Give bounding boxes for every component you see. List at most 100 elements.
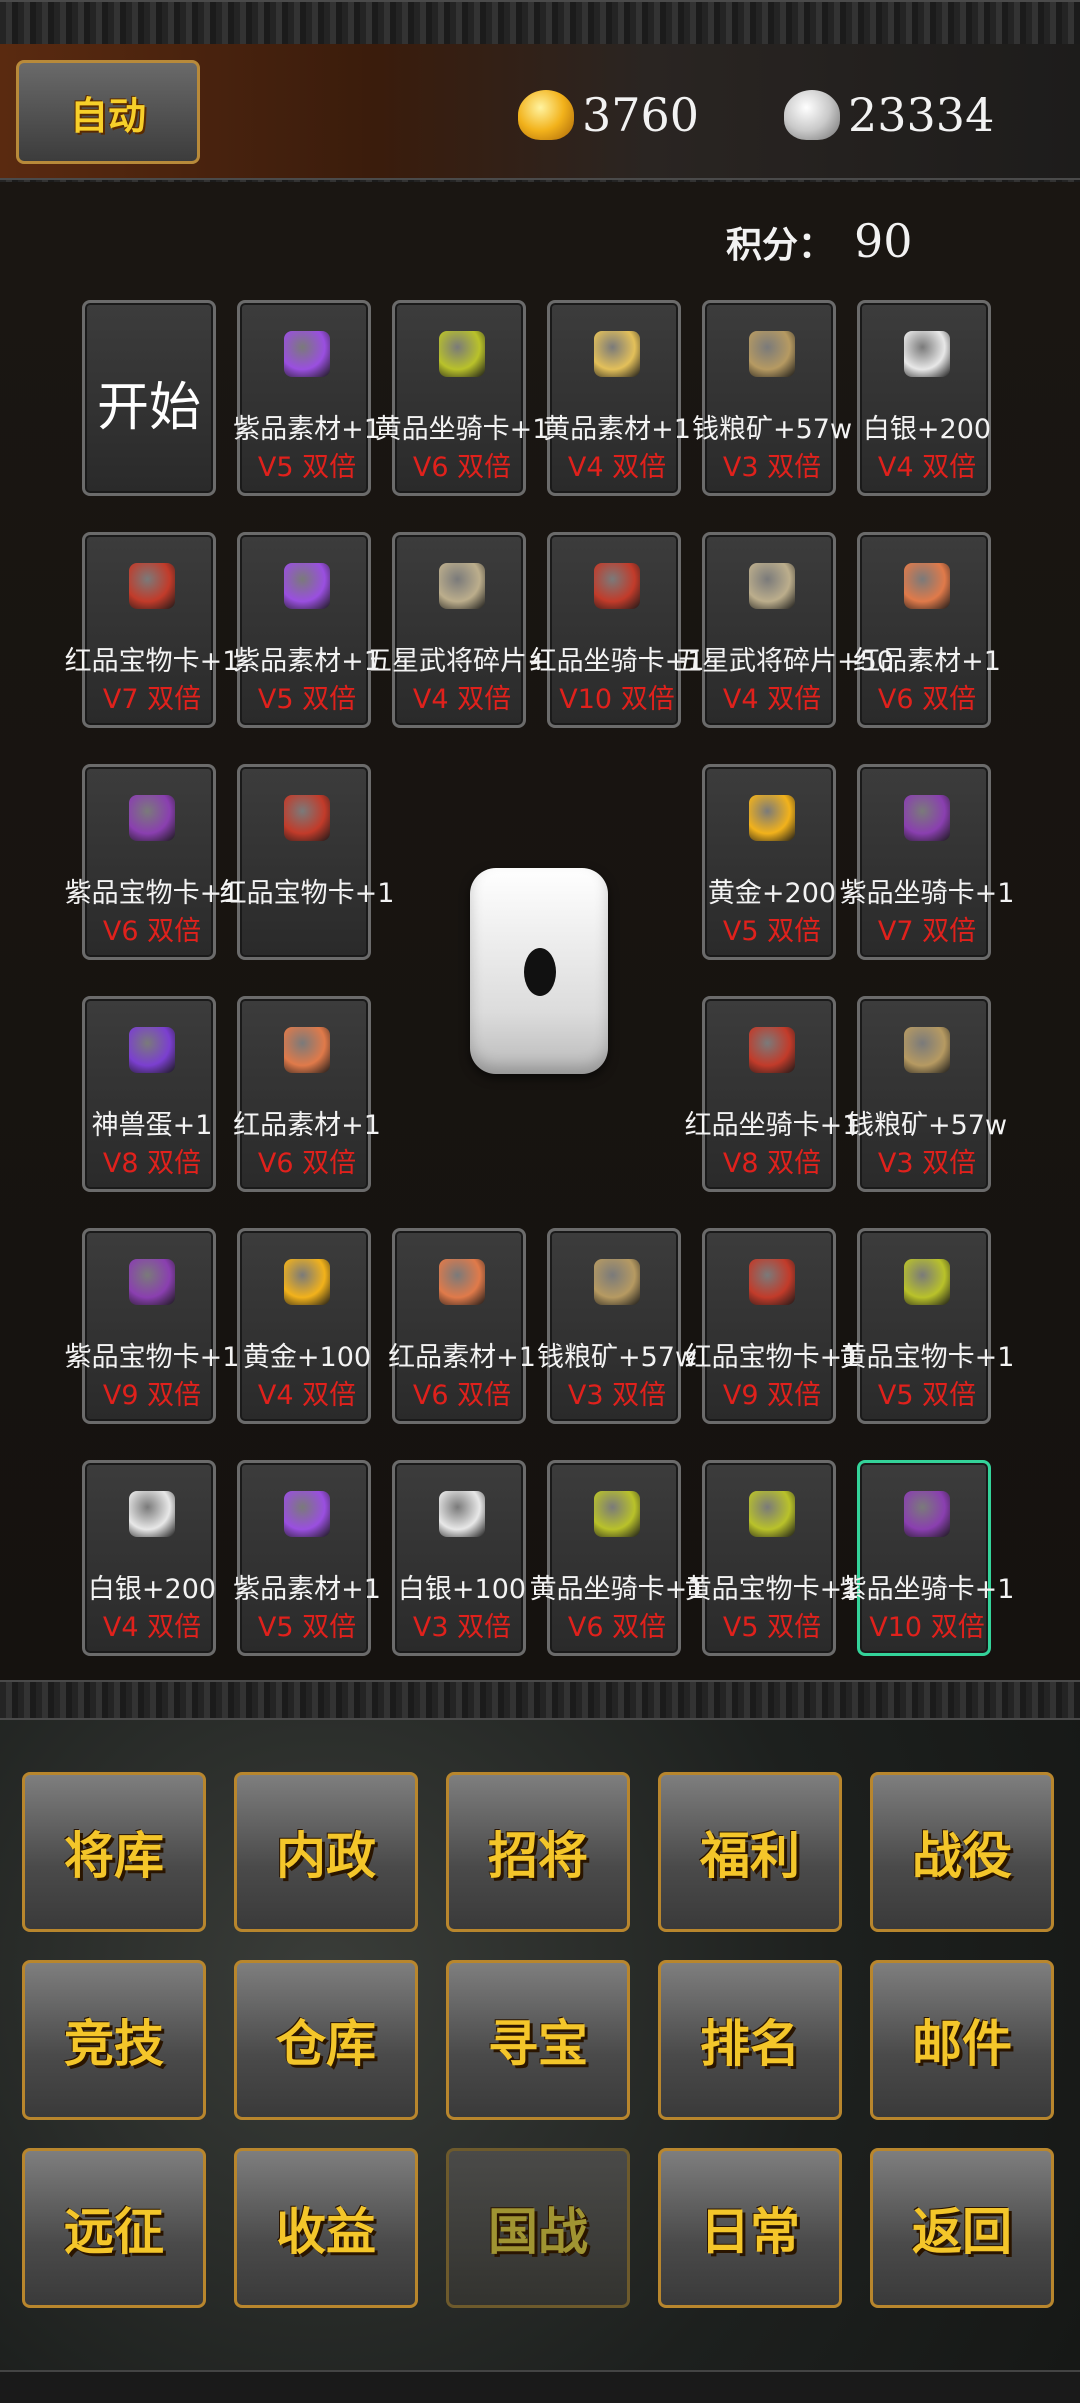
- menu-button-7[interactable]: 仓库: [234, 1960, 418, 2120]
- board-cell[interactable]: 白银+100 V3 双倍: [392, 1460, 526, 1656]
- cell-vip-multiplier: V7 双倍: [102, 684, 202, 715]
- board-bottom-border: [0, 1680, 1080, 1720]
- board-cell[interactable]: 红品素材+1 V6 双倍: [853, 532, 1001, 728]
- purple-mount-card-icon: [904, 795, 950, 841]
- board-cell[interactable]: 红品宝物卡+1: [220, 764, 394, 960]
- board-cell[interactable]: 红品坐骑卡+1 V10 双倍: [530, 532, 704, 728]
- start-cell[interactable]: 开始: [82, 300, 216, 496]
- board-cell[interactable]: 紫品宝物卡+1 V6 双倍: [65, 764, 239, 960]
- board-cell[interactable]: 红品素材+1 V6 双倍: [388, 1228, 536, 1424]
- cell-reward-label: 五星武将碎片+50: [675, 646, 894, 677]
- board-cell[interactable]: 紫品坐骑卡+1 V7 双倍: [840, 764, 1014, 960]
- cell-vip-multiplier: V8 双倍: [722, 1148, 822, 1179]
- dice[interactable]: [470, 868, 608, 1074]
- purple-material-icon: [284, 563, 330, 609]
- board-cell[interactable]: 红品宝物卡+1 V7 双倍: [65, 532, 239, 728]
- gold-amount: 3760: [582, 88, 700, 142]
- board-cell[interactable]: 黄品宝物卡+1 V5 双倍: [685, 1460, 859, 1656]
- board-cell[interactable]: 钱粮矿+57w V3 双倍: [692, 300, 852, 496]
- cell-vip-multiplier: V4 双倍: [102, 1612, 202, 1643]
- menu-button-4[interactable]: 福利: [658, 1772, 842, 1932]
- board-cell[interactable]: 黄金+200 V5 双倍: [702, 764, 836, 960]
- board-cell[interactable]: 紫品素材+1 V5 双倍: [233, 300, 381, 496]
- red-treasure-card-icon: [284, 795, 330, 841]
- silver-amount: 23334: [848, 88, 995, 142]
- menu-button-9[interactable]: 排名: [658, 1960, 842, 2120]
- menu-button-2[interactable]: 内政: [234, 1772, 418, 1932]
- red-treasure-card-icon: [129, 563, 175, 609]
- cell-reward-label: 紫品宝物卡+1: [64, 878, 240, 909]
- menu-button-14[interactable]: 日常: [658, 2148, 842, 2308]
- top-frame-border: [0, 0, 1080, 48]
- board-cell[interactable]: 白银+200 V4 双倍: [857, 300, 991, 496]
- board-cell[interactable]: 紫品坐骑卡+1 V10 双倍: [840, 1460, 1014, 1656]
- cell-vip-multiplier: V5 双倍: [722, 1612, 822, 1643]
- gold-ingot-icon: [284, 1259, 330, 1305]
- silver-ingot-icon: [439, 1491, 485, 1537]
- grain-ore-icon: [749, 331, 795, 377]
- purple-mount-card-icon: [904, 1491, 950, 1537]
- cell-vip-multiplier: V6 双倍: [257, 1148, 357, 1179]
- board-cell[interactable]: 紫品素材+1 V5 双倍: [233, 532, 381, 728]
- menu-button-1[interactable]: 将库: [22, 1772, 206, 1932]
- red-treasure-card-icon: [749, 1259, 795, 1305]
- board-cell[interactable]: 红品坐骑卡+1 V8 双倍: [685, 996, 859, 1192]
- menu-button-13[interactable]: 国战: [446, 2148, 630, 2308]
- cell-vip-multiplier: V10 双倍: [559, 684, 675, 715]
- board-cell[interactable]: 黄品坐骑卡+1 V6 双倍: [375, 300, 549, 496]
- board-cell[interactable]: 黄品素材+1 V4 双倍: [543, 300, 691, 496]
- grain-ore-icon: [904, 1027, 950, 1073]
- red-material-icon: [284, 1027, 330, 1073]
- menu-button-11[interactable]: 远征: [22, 2148, 206, 2308]
- yellow-material-icon: [594, 331, 640, 377]
- cell-vip-multiplier: V3 双倍: [877, 1148, 977, 1179]
- cell-vip-multiplier: V3 双倍: [567, 1380, 667, 1411]
- purple-material-icon: [284, 1491, 330, 1537]
- cell-vip-multiplier: V4 双倍: [722, 684, 822, 715]
- board-cell[interactable]: 黄品坐骑卡+1 V6 双倍: [530, 1460, 704, 1656]
- cell-vip-multiplier: V7 双倍: [877, 916, 977, 947]
- yellow-mount-card-icon: [594, 1491, 640, 1537]
- cell-reward-label: 紫品坐骑卡+1: [839, 878, 1015, 909]
- board-cell[interactable]: 紫品素材+1 V5 双倍: [233, 1460, 381, 1656]
- menu-button-10[interactable]: 邮件: [870, 1960, 1054, 2120]
- auto-button[interactable]: 自动: [16, 60, 200, 164]
- cell-vip-multiplier: V6 双倍: [567, 1612, 667, 1643]
- board-cell[interactable]: 五星武将碎片+50 V4 双倍: [675, 532, 894, 728]
- menu-button-3[interactable]: 招将: [446, 1772, 630, 1932]
- gold-ingot-icon: [749, 795, 795, 841]
- menu-button-6[interactable]: 竞技: [22, 1960, 206, 2120]
- board-cell[interactable]: 神兽蛋+1 V8 双倍: [82, 996, 216, 1192]
- board-cell[interactable]: 黄品宝物卡+1 V5 双倍: [840, 1228, 1014, 1424]
- board-cell[interactable]: 五星武将碎片+50 V4 双倍: [365, 532, 584, 728]
- red-mount-card-icon: [749, 1027, 795, 1073]
- cell-vip-multiplier: V5 双倍: [257, 1612, 357, 1643]
- cell-reward-label: 红品素材+1: [233, 1110, 381, 1141]
- board-cell[interactable]: 钱粮矿+57w V3 双倍: [847, 996, 1007, 1192]
- start-label: 开始: [96, 378, 201, 438]
- cell-vip-multiplier: V9 双倍: [102, 1380, 202, 1411]
- board-cell[interactable]: 紫品宝物卡+1 V9 双倍: [65, 1228, 239, 1424]
- score-label: 积分：: [726, 225, 835, 266]
- board-cell[interactable]: 红品素材+1 V6 双倍: [233, 996, 381, 1192]
- yellow-treasure-card-icon: [749, 1491, 795, 1537]
- menu-button-8[interactable]: 寻宝: [446, 1960, 630, 2120]
- cell-reward-label: 钱粮矿+57w: [846, 1110, 1008, 1141]
- menu-button-5[interactable]: 战役: [870, 1772, 1054, 1932]
- cell-vip-multiplier: V5 双倍: [722, 916, 822, 947]
- board-cell[interactable]: 钱粮矿+57w V3 双倍: [537, 1228, 697, 1424]
- cell-vip-multiplier: V10 双倍: [869, 1612, 985, 1643]
- cell-vip-multiplier: V6 双倍: [412, 1380, 512, 1411]
- menu-button-15[interactable]: 返回: [870, 2148, 1054, 2308]
- menu-button-12[interactable]: 收益: [234, 2148, 418, 2308]
- yellow-mount-card-icon: [439, 331, 485, 377]
- cell-reward-label: 紫品素材+1: [233, 646, 381, 677]
- board-cell[interactable]: 红品宝物卡+1 V9 双倍: [685, 1228, 859, 1424]
- bottom-border: [0, 2370, 1080, 2403]
- board-cell[interactable]: 白银+200 V4 双倍: [82, 1460, 216, 1656]
- cell-vip-multiplier: V6 双倍: [102, 916, 202, 947]
- red-material-icon: [439, 1259, 485, 1305]
- purple-treasure-card-icon: [129, 1259, 175, 1305]
- board-cell[interactable]: 黄金+100 V4 双倍: [237, 1228, 371, 1424]
- silver-counter: 23334: [784, 80, 994, 150]
